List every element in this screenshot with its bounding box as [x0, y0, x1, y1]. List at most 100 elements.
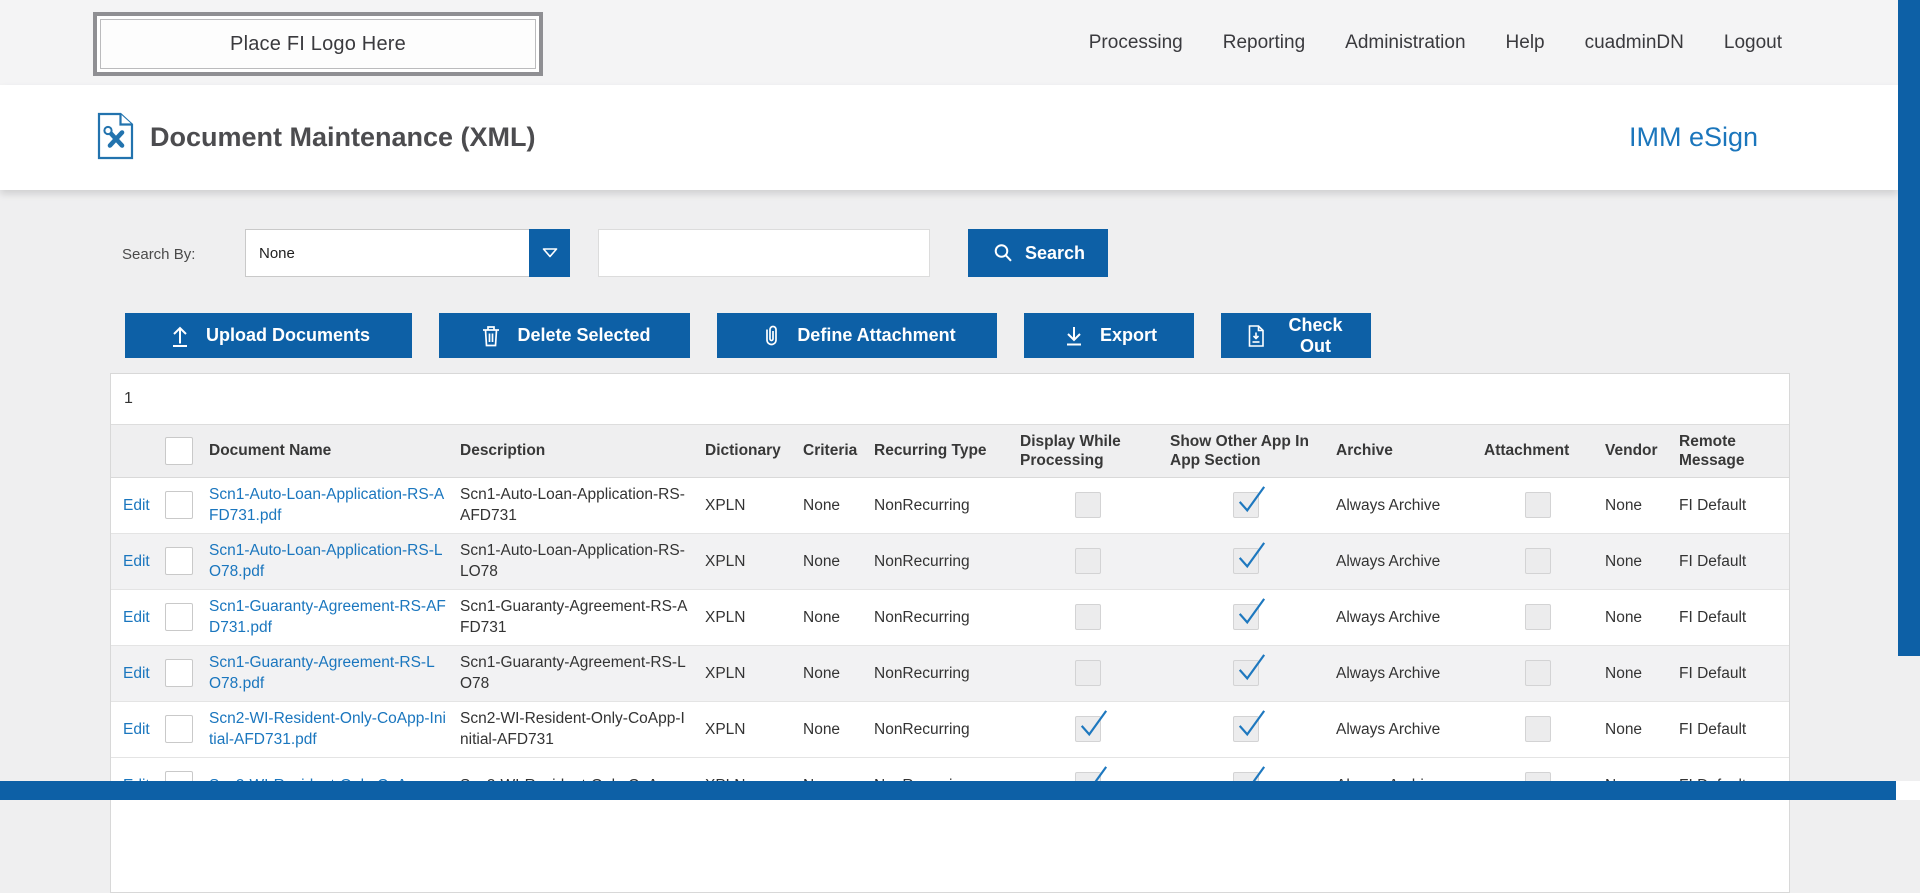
download-icon: [1061, 323, 1087, 349]
search-by-select[interactable]: None: [245, 229, 570, 277]
attachment-checkbox: [1524, 604, 1551, 630]
show-other-app-checkbox: [1233, 598, 1266, 630]
column-header-remote-message: Remote Message: [1671, 425, 1789, 478]
pagination-bar: 1: [111, 374, 1789, 425]
recurring-type-cell: NonRecurring: [866, 644, 1012, 701]
remote-message-cell: FI Default: [1679, 496, 1747, 514]
upload-documents-button[interactable]: Upload Documents: [125, 313, 412, 358]
search-by-selected-value: None: [259, 244, 295, 262]
document-name-link[interactable]: Scn1-Auto-Loan-Application-RS-AFD731.pdf: [209, 486, 444, 524]
nav-item-processing[interactable]: Processing: [1089, 32, 1183, 54]
vendor-cell: None: [1597, 532, 1671, 589]
table-header-row: Document Name Description Dictionary Cri…: [111, 425, 1789, 478]
attachment-checkbox: [1524, 660, 1551, 686]
description-cell: Scn1-Guaranty-Agreement-RS-LO78: [452, 644, 697, 701]
check-icon: [1238, 654, 1266, 681]
row-select-checkbox[interactable]: [165, 491, 193, 519]
page-number-current[interactable]: 1: [124, 390, 133, 408]
define-attachment-button[interactable]: Define Attachment: [717, 313, 997, 358]
row-select-checkbox[interactable]: [165, 603, 193, 631]
archive-cell: Always Archive: [1328, 532, 1476, 589]
recurring-type-cell: NonRecurring: [866, 532, 1012, 589]
column-header-document-name: Document Name: [201, 425, 452, 478]
edit-link[interactable]: Edit: [123, 665, 150, 682]
remote-message-cell: FI Default: [1671, 588, 1789, 645]
nav-item-help[interactable]: Help: [1506, 32, 1545, 54]
horizontal-scrollbar-thumb[interactable]: [0, 781, 1896, 800]
document-name-link[interactable]: Scn1-Auto-Loan-Application-RS-LO78.pdf: [209, 542, 442, 580]
nav-item-logout[interactable]: Logout: [1724, 32, 1782, 54]
upload-icon: [167, 323, 193, 349]
search-button[interactable]: Search: [968, 229, 1108, 277]
document-name-link[interactable]: Scn1-Guaranty-Agreement-RS-AFD731.pdf: [209, 598, 446, 636]
delete-selected-button[interactable]: Delete Selected: [439, 313, 690, 358]
delete-selected-label: Delete Selected: [517, 325, 651, 345]
show-other-app-checkbox: [1233, 542, 1266, 574]
export-button[interactable]: Export: [1024, 313, 1194, 358]
dictionary-cell: XPLN: [705, 496, 746, 514]
page-title: Document Maintenance (XML): [150, 122, 536, 152]
check-out-label: Check Out: [1288, 314, 1343, 356]
vertical-scrollbar-track[interactable]: [1898, 0, 1920, 800]
search-input[interactable]: [598, 229, 930, 277]
edit-link[interactable]: Edit: [123, 609, 150, 626]
edit-link[interactable]: Edit: [123, 553, 150, 570]
nav-item-reporting[interactable]: Reporting: [1223, 32, 1305, 54]
criteria-cell: None: [795, 644, 866, 701]
remote-message-cell: FI Default: [1671, 644, 1789, 701]
search-icon: [991, 241, 1016, 266]
dictionary-cell: XPLN: [697, 700, 795, 757]
recurring-type-cell: NonRecurring: [866, 700, 1012, 757]
vertical-scrollbar-thumb[interactable]: [1898, 0, 1920, 656]
row-select-checkbox[interactable]: [165, 547, 193, 575]
search-by-label: Search By:: [122, 246, 196, 263]
vendor-cell: None: [1605, 496, 1643, 514]
column-header-show-other-app: Show Other App In App Section: [1162, 425, 1328, 478]
display-while-processing-checkbox: [1075, 660, 1101, 686]
fi-logo-placeholder: Place FI Logo Here: [93, 12, 543, 76]
action-toolbar: Upload Documents Delete Selected Define …: [125, 313, 1371, 358]
description-cell: Scn1-Auto-Loan-Application-RS-AFD731: [460, 486, 685, 524]
attachment-checkbox: [1524, 548, 1551, 574]
select-all-checkbox[interactable]: [165, 436, 193, 465]
column-header-vendor: Vendor: [1597, 425, 1671, 478]
remote-message-cell: FI Default: [1671, 700, 1789, 757]
documents-table: Document Name Description Dictionary Cri…: [111, 425, 1789, 813]
attachment-checkbox: [1524, 492, 1551, 518]
remote-message-cell: FI Default: [1671, 532, 1789, 589]
document-download-icon: [1243, 323, 1269, 349]
description-cell: Scn2-WI-Resident-Only-CoApp-Initial-AFD7…: [452, 700, 697, 757]
nav-item-administration[interactable]: Administration: [1345, 32, 1465, 54]
edit-link[interactable]: Edit: [123, 721, 150, 738]
row-select-checkbox[interactable]: [165, 715, 193, 743]
row-select-checkbox[interactable]: [165, 659, 193, 687]
check-icon: [1080, 710, 1108, 737]
table-row: Edit Scn2-WI-Resident-Only-CoApp-Initial…: [111, 700, 1789, 757]
chevron-down-icon: [529, 229, 570, 277]
display-while-processing-checkbox: [1075, 604, 1101, 630]
dictionary-cell: XPLN: [697, 532, 795, 589]
recurring-type-cell: NonRecurring: [874, 496, 970, 514]
document-name-link[interactable]: Scn2-WI-Resident-Only-CoApp-Initial-AFD7…: [209, 710, 446, 748]
criteria-cell: None: [795, 700, 866, 757]
archive-cell: Always Archive: [1336, 496, 1441, 514]
edit-link[interactable]: Edit: [123, 497, 150, 514]
attachment-checkbox: [1524, 716, 1551, 742]
display-while-processing-checkbox: [1075, 548, 1101, 574]
description-cell: Scn1-Auto-Loan-Application-RS-LO78: [452, 532, 697, 589]
document-name-link[interactable]: Scn1-Guaranty-Agreement-RS-LO78.pdf: [209, 654, 435, 692]
dictionary-cell: XPLN: [697, 588, 795, 645]
dictionary-cell: XPLN: [697, 644, 795, 701]
vendor-cell: None: [1597, 644, 1671, 701]
brand-logo-imm-esign: IMM eSign: [1628, 122, 1758, 152]
nav-item-user-cuadmindn[interactable]: cuadminDN: [1585, 32, 1684, 54]
column-header-criteria: Criteria: [795, 425, 866, 478]
fi-logo-placeholder-label: Place FI Logo Here: [100, 19, 536, 69]
archive-cell: Always Archive: [1328, 588, 1476, 645]
check-out-button[interactable]: Check Out: [1221, 313, 1371, 358]
app-header: Document Maintenance (XML) IMM eSign: [0, 85, 1898, 190]
vendor-cell: None: [1597, 588, 1671, 645]
description-cell: Scn1-Guaranty-Agreement-RS-AFD731: [452, 588, 697, 645]
archive-cell: Always Archive: [1328, 644, 1476, 701]
check-icon: [1238, 542, 1266, 569]
